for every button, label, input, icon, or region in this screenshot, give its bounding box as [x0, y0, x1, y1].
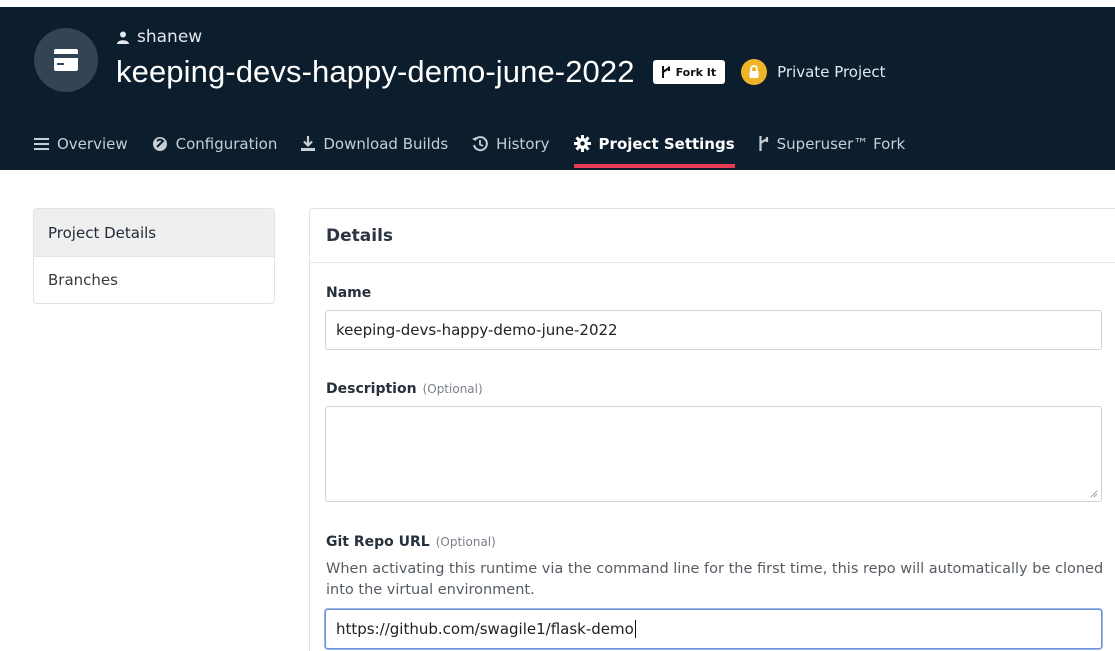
tab-download-builds-label: Download Builds: [323, 134, 449, 153]
download-icon: [301, 136, 316, 151]
details-heading: Details: [310, 209, 1115, 263]
tab-overview-label: Overview: [57, 134, 128, 153]
description-optional-tag: (Optional): [422, 382, 483, 396]
tab-configuration[interactable]: Configuration: [152, 130, 278, 157]
tab-overview[interactable]: Overview: [34, 130, 128, 157]
name-label: Name: [326, 285, 371, 301]
user-icon: [117, 31, 129, 44]
description-label-text: Description: [326, 381, 417, 397]
git-repo-label: Git Repo URL (Optional): [326, 534, 496, 550]
description-textarea[interactable]: [325, 406, 1102, 502]
top-strip: [0, 0, 1115, 7]
name-input-value: keeping-devs-happy-demo-june-2022: [336, 321, 618, 339]
tab-superuser-fork[interactable]: Superuser™ Fork: [759, 130, 906, 157]
git-repo-help-text: When activating this runtime via the com…: [326, 561, 1104, 598]
gear-icon: [573, 135, 591, 152]
tab-configuration-label: Configuration: [175, 134, 278, 153]
tab-download-builds[interactable]: Download Builds: [301, 130, 448, 157]
fork-it-label: Fork It: [675, 65, 717, 79]
text-caret: [634, 620, 636, 638]
git-optional-tag: (Optional): [435, 535, 496, 549]
fork-icon: [759, 136, 768, 151]
history-icon: [472, 135, 489, 151]
fork-icon: [661, 66, 670, 78]
sidebar-item-label: Project Details: [48, 223, 157, 242]
git-repo-label-text: Git Repo URL: [326, 534, 430, 550]
fork-it-button[interactable]: Fork It: [652, 60, 726, 84]
project-avatar: [34, 28, 98, 92]
tab-history[interactable]: History: [472, 130, 550, 157]
tab-superuser-fork-label: Superuser™ Fork: [776, 134, 906, 153]
owner-name: shanew: [137, 27, 203, 47]
tab-project-settings[interactable]: Project Settings: [573, 130, 735, 168]
resize-handle-icon[interactable]: [1090, 490, 1098, 498]
settings-cog-icon: [152, 136, 167, 151]
git-repo-url-value: https://github.com/swagile1/flask-demo: [336, 620, 634, 638]
privacy-label: Private Project: [777, 63, 886, 81]
project-title: keeping-devs-happy-demo-june-2022: [116, 54, 635, 89]
name-input[interactable]: keeping-devs-happy-demo-june-2022: [325, 310, 1102, 350]
git-repo-url-input[interactable]: https://github.com/swagile1/flask-demo: [325, 609, 1102, 649]
project-owner[interactable]: shanew: [117, 27, 202, 47]
tab-history-label: History: [496, 134, 550, 153]
name-label-text: Name: [326, 285, 372, 301]
description-label: Description (Optional): [326, 381, 483, 397]
tab-project-settings-label: Project Settings: [598, 134, 735, 153]
project-header: shanew keeping-devs-happy-demo-june-2022…: [0, 0, 1115, 170]
project-card-icon: [54, 49, 78, 71]
settings-sidebar: Project Details Branches: [33, 208, 275, 304]
lock-icon: [741, 59, 768, 85]
sidebar-item-project-details[interactable]: Project Details: [34, 209, 274, 256]
details-card: Details Name keeping-devs-happy-demo-jun…: [309, 208, 1115, 651]
project-nav: Overview Configuration Download Builds H…: [34, 130, 929, 170]
sidebar-item-branches[interactable]: Branches: [34, 256, 274, 303]
list-icon: [34, 137, 49, 150]
sidebar-item-label: Branches: [48, 271, 118, 289]
